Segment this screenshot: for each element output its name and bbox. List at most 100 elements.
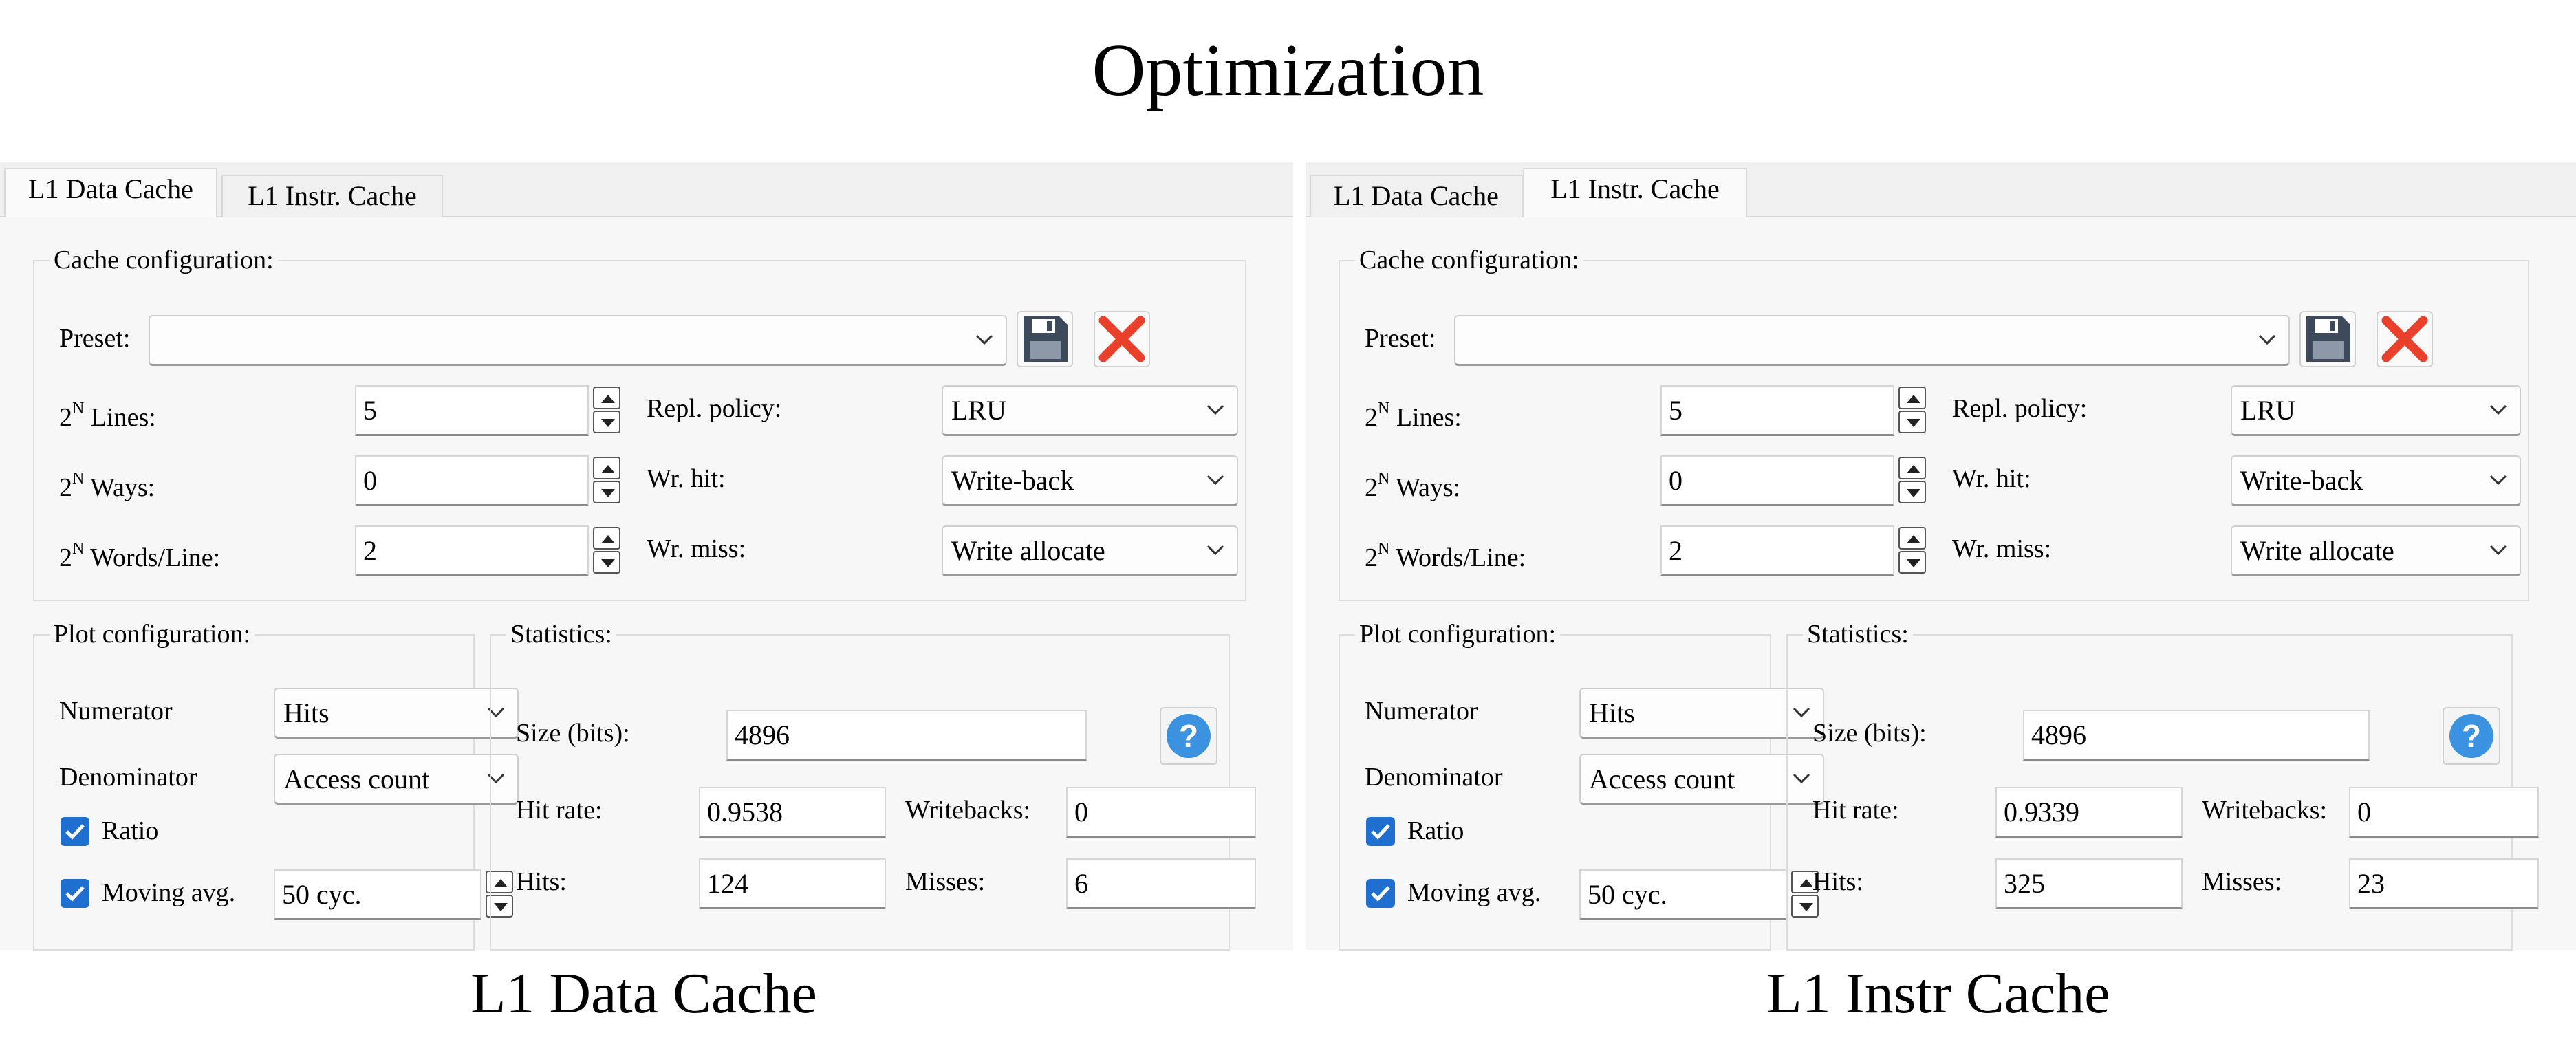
repl-policy-label: Repl. policy:	[647, 394, 782, 423]
misses-label: Misses:	[2202, 867, 2282, 896]
tab-l1-instr-cache[interactable]: L1 Instr. Cache	[221, 175, 443, 217]
ways-input[interactable]: 0	[1660, 455, 1894, 506]
figure-title: Optimization	[1092, 30, 1484, 111]
tab-l1-data-cache[interactable]: L1 Data Cache	[1310, 175, 1523, 217]
chevron-down-icon	[1206, 545, 1224, 556]
tab-l1-data-cache[interactable]: L1 Data Cache	[4, 168, 217, 219]
denominator-label: Denominator	[59, 763, 197, 792]
repl-policy-select[interactable]: LRU	[942, 385, 1238, 436]
help-icon: ?	[2449, 714, 2493, 758]
writebacks-field: 0	[1066, 787, 1256, 838]
moving-avg-label: Moving avg.	[1407, 878, 1541, 907]
plot-config-legend: Plot configuration:	[50, 618, 255, 651]
chevron-down-icon	[2489, 545, 2507, 556]
wr-miss-select[interactable]: Write allocate	[2231, 525, 2521, 576]
wr-miss-value: Write allocate	[2240, 535, 2394, 566]
spin-down-icon[interactable]	[1898, 411, 1926, 433]
moving-avg-input[interactable]: 50 cyc.	[274, 869, 481, 920]
hits-label: Hits:	[516, 867, 567, 896]
spin-buttons[interactable]	[1894, 385, 1930, 436]
hit-rate-label: Hit rate:	[516, 796, 603, 825]
moving-avg-checkbox[interactable]	[61, 879, 89, 908]
repl-policy-value: LRU	[951, 395, 1006, 426]
lines-input[interactable]: 5	[355, 385, 589, 436]
spin-up-icon[interactable]	[593, 457, 620, 479]
save-preset-button[interactable]	[2299, 311, 2356, 367]
tab-content: Cache configuration: Preset: 2N Lines: 5 Rep…	[1306, 217, 2576, 951]
moving-avg-label: Moving avg.	[102, 878, 236, 907]
save-preset-button[interactable]	[1017, 311, 1073, 367]
denominator-label: Denominator	[1365, 763, 1503, 792]
spin-buttons[interactable]	[1894, 455, 1930, 506]
cache-panel-instr: L1 Data Cache L1 Instr. Cache Cache config…	[1306, 162, 2576, 951]
writebacks-label: Writebacks:	[2202, 796, 2328, 825]
denominator-select[interactable]: Access count	[274, 754, 519, 805]
cache-panel-data: L1 Data Cache L1 Instr. Cache Cache config…	[0, 162, 1293, 951]
spin-up-icon[interactable]	[1898, 527, 1926, 550]
ratio-label: Ratio	[102, 816, 159, 845]
wr-hit-select[interactable]: Write-back	[2231, 455, 2521, 506]
ways-label: 2N Ways:	[1365, 470, 1461, 502]
spin-buttons[interactable]	[589, 385, 625, 436]
lines-label: 2N Lines:	[1365, 400, 1462, 432]
chevron-down-icon	[2489, 475, 2507, 486]
help-button[interactable]: ?	[1160, 707, 1217, 765]
tab-l1-instr-cache[interactable]: L1 Instr. Cache	[1523, 168, 1747, 219]
ratio-checkbox[interactable]	[61, 817, 89, 846]
wr-hit-value: Write-back	[951, 465, 1074, 496]
ways-input[interactable]: 0	[355, 455, 589, 506]
spin-up-icon[interactable]	[1898, 387, 1926, 409]
lines-label: 2N Lines:	[59, 400, 156, 432]
chevron-down-icon	[2258, 334, 2276, 345]
wr-miss-label: Wr. miss:	[1952, 534, 2052, 563]
spin-down-icon[interactable]	[593, 411, 620, 433]
denominator-value: Access count	[283, 763, 430, 794]
wr-miss-select[interactable]: Write allocate	[942, 525, 1238, 576]
moving-avg-checkbox[interactable]	[1366, 879, 1395, 908]
delete-preset-button[interactable]	[1094, 311, 1150, 367]
spin-down-icon[interactable]	[593, 481, 620, 503]
spin-down-icon[interactable]	[1898, 551, 1926, 574]
cache-config-legend: Cache configuration:	[1355, 243, 1583, 276]
help-icon: ?	[1167, 714, 1211, 758]
plot-config-legend: Plot configuration:	[1355, 618, 1561, 651]
wr-miss-value: Write allocate	[951, 535, 1105, 566]
repl-policy-select[interactable]: LRU	[2231, 385, 2521, 436]
chevron-down-icon	[1206, 475, 1224, 486]
checkmark-icon	[65, 824, 85, 840]
delete-preset-button[interactable]	[2377, 311, 2433, 367]
checkmark-icon	[65, 886, 85, 902]
spin-buttons[interactable]	[1894, 525, 1930, 576]
wr-hit-label: Wr. hit:	[647, 464, 726, 493]
spin-up-icon[interactable]	[593, 387, 620, 409]
tab-bar: L1 Data Cache L1 Instr. Cache	[1306, 162, 2576, 219]
spin-buttons[interactable]	[589, 525, 625, 576]
spin-buttons[interactable]	[589, 455, 625, 506]
spin-up-icon[interactable]	[593, 527, 620, 550]
spin-up-icon[interactable]	[1898, 457, 1926, 479]
checkmark-icon	[1371, 886, 1390, 902]
misses-label: Misses:	[905, 867, 986, 896]
denominator-value: Access count	[1589, 763, 1735, 794]
ratio-checkbox[interactable]	[1366, 817, 1395, 846]
size-bits-label: Size (bits):	[516, 719, 630, 748]
hits-label: Hits:	[1812, 867, 1863, 896]
numerator-value: Hits	[283, 697, 329, 728]
hit-rate-field: 0.9538	[699, 787, 886, 838]
spin-down-icon[interactable]	[593, 551, 620, 574]
words-line-input[interactable]: 2	[1660, 525, 1894, 576]
preset-select[interactable]	[1454, 315, 2290, 366]
hit-rate-label: Hit rate:	[1812, 796, 1899, 825]
misses-field: 23	[2349, 858, 2539, 909]
numerator-select[interactable]: Hits	[274, 688, 519, 739]
ways-label: 2N Ways:	[59, 470, 155, 502]
hits-field: 325	[1995, 858, 2183, 909]
help-button[interactable]: ?	[2443, 707, 2500, 765]
preset-select[interactable]	[149, 315, 1007, 366]
words-line-input[interactable]: 2	[355, 525, 589, 576]
wr-hit-select[interactable]: Write-back	[942, 455, 1238, 506]
preset-label: Preset:	[59, 324, 131, 353]
moving-avg-input[interactable]: 50 cyc.	[1579, 869, 1787, 920]
lines-input[interactable]: 5	[1660, 385, 1894, 436]
spin-down-icon[interactable]	[1898, 481, 1926, 503]
